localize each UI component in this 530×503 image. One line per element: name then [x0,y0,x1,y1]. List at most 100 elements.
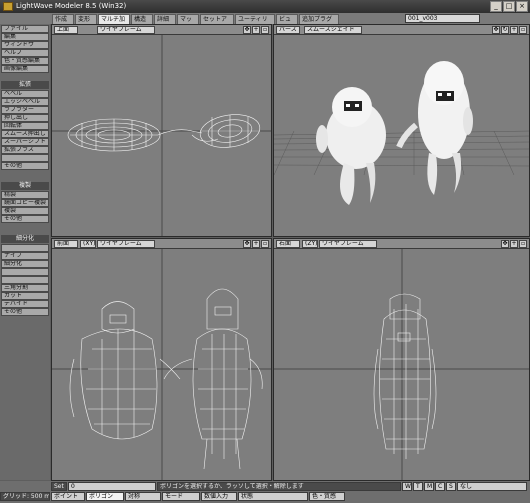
viewport-perspective[interactable]: パース スムースシェイド ✥ ↻ + ▫ [273,24,530,237]
tool-button[interactable]: ラブラター [1,106,49,114]
tool-sidebar: ファイル 編集 ウィンドウ ヘルプ 色・質感編集 画像編集拡張 ベベル エッジベベル ラブラター… [0,24,50,480]
menu-item[interactable]: ヘルプ [1,49,49,57]
tool-button[interactable]: 回転体 [1,122,49,130]
viewport-top[interactable]: 上面 ワイヤフレーム ✥ + ▫ [51,24,272,237]
set-field[interactable]: 0 [68,482,156,491]
status-message: ポリゴンを選択するか、ラッソして選択・解除します [157,482,401,491]
tab-1[interactable]: 変形 [75,14,97,24]
menu-item[interactable]: 画像編集 [1,65,49,73]
zoom-icon[interactable]: + [510,240,518,248]
move-view-icon[interactable]: ✥ [501,240,509,248]
tool-button[interactable]: スーパーシフト [1,138,49,146]
tool-button[interactable]: 拡張プラス [1,146,49,154]
viewport-header: 前面 (XY) ワイヤフレーム ✥ + ▫ [52,239,271,249]
app-icon [3,2,13,11]
sidebar-section-header: 拡張 [1,81,49,89]
mode-select[interactable]: モード [162,492,200,501]
view-type-select[interactable]: 前面 [54,240,78,248]
status-bar: Set 0 ポリゴンを選択するか、ラッソして選択・解除します W T M C S… [0,481,530,503]
menu-item[interactable]: 編集 [1,33,49,41]
render-mode-select[interactable]: スムースシェイド [304,26,362,34]
perspective-canvas [274,61,529,205]
render-mode-select[interactable]: ワイヤフレーム [319,240,377,248]
viewport-header: 右面 (ZY) ワイヤフレーム ✥ + ▫ [274,239,529,249]
status-button[interactable]: 状態 [238,492,308,501]
move-view-icon[interactable]: ✥ [492,26,500,34]
menu-item[interactable]: 色・質感編集 [1,57,49,65]
tool-button[interactable]: その他 [1,215,49,223]
tool-button[interactable] [1,276,49,284]
close-button[interactable]: × [516,1,528,12]
tool-button[interactable] [1,154,49,162]
tab-8[interactable]: ビュー [276,14,298,33]
tab-6[interactable]: セットアップ [200,14,234,33]
view-button-w[interactable]: W [402,482,412,491]
viewport-front[interactable]: 前面 (XY) ワイヤフレーム ✥ + ▫ [51,238,272,481]
surface-button[interactable]: 色・質感 [309,492,345,501]
maximize-view-icon[interactable]: ▫ [519,240,527,248]
modeler-window: LightWave Modeler 8.5 (Win32) _ □ × 作成 変形… [0,0,530,503]
tool-button[interactable]: スムース押出し [1,130,49,138]
surface-select[interactable]: なし [457,482,527,491]
layer-selector[interactable]: 001_v003 [405,14,480,23]
render-mode-select[interactable]: ワイヤフレーム [97,26,155,34]
symmetry-button[interactable]: 対称 [125,492,161,501]
zoom-icon[interactable]: + [252,240,260,248]
move-view-icon[interactable]: ✥ [243,26,251,34]
tool-button[interactable]: その他 [1,162,49,170]
menu-item[interactable]: ウィンドウ [1,41,49,49]
tab-4[interactable]: 詳細 [154,14,176,24]
tool-button[interactable]: 複製 [1,207,49,215]
tool-button[interactable]: 細分化 [1,260,49,268]
maximize-button[interactable]: □ [503,1,515,12]
window-title: LightWave Modeler 8.5 (Win32) [16,2,127,10]
tool-button[interactable]: デバイド [1,300,49,308]
numeric-button[interactable]: 数値入力 [201,492,237,501]
set-label: Set [51,482,67,491]
tool-button[interactable] [1,268,49,276]
view-type-select[interactable]: パース [276,26,300,34]
move-view-icon[interactable]: ✥ [243,240,251,248]
view-button-c[interactable]: C [435,482,445,491]
minimize-button[interactable]: _ [490,1,502,12]
view-button-m[interactable]: M [424,482,434,491]
tool-button[interactable]: 精製 [1,191,49,199]
tab-0[interactable]: 作成 [52,14,74,24]
top-view-canvas [52,35,271,236]
rotate-view-icon[interactable]: ↻ [501,26,509,34]
maximize-view-icon[interactable]: ▫ [519,26,527,34]
tool-button[interactable]: エッジベベル [1,98,49,106]
title-bar: LightWave Modeler 8.5 (Win32) _ □ × [0,0,530,13]
tool-button[interactable]: 押し出し [1,114,49,122]
view-button-t[interactable]: T [413,482,423,491]
render-mode-select[interactable]: ワイヤフレーム [97,240,155,248]
grid-size: グリッド: 500 mm [0,492,50,501]
maximize-view-icon[interactable]: ▫ [261,240,269,248]
tool-button[interactable]: ベベル [1,90,49,98]
tool-button[interactable]: ナイフ [1,252,49,260]
zoom-icon[interactable]: + [252,26,260,34]
tab-7[interactable]: ユーティリティ [235,14,275,33]
zoom-icon[interactable]: + [510,26,518,34]
viewport-right[interactable]: 右面 (ZY) ワイヤフレーム ✥ + ▫ [273,238,530,481]
tab-2[interactable]: マルチ加工 [98,14,130,33]
character-right [396,61,473,195]
tab-3[interactable]: 構造 [131,14,153,24]
tool-button[interactable]: 三角分割 [1,284,49,292]
tool-button[interactable]: その他 [1,308,49,316]
tool-button[interactable] [1,244,49,252]
tool-button[interactable]: カット [1,292,49,300]
tab-9[interactable]: 追加プラグイン [299,14,339,33]
menu-item[interactable]: ファイル [1,25,49,33]
right-view-canvas [274,249,529,480]
tab-5[interactable]: マップ [177,14,199,33]
view-type-select[interactable]: 上面 [54,26,78,34]
view-button-s[interactable]: S [446,482,456,491]
point-mode-button[interactable]: ポイント [51,492,85,501]
tool-button[interactable]: 鏡面コピー複製 [1,199,49,207]
maximize-view-icon[interactable]: ▫ [261,26,269,34]
polygon-mode-button[interactable]: ポリゴン [86,492,124,501]
view-type-select[interactable]: 右面 [276,240,300,248]
viewport-header: 上面 ワイヤフレーム ✥ + ▫ [52,25,271,35]
sidebar-section-header: 複製 [1,182,49,190]
